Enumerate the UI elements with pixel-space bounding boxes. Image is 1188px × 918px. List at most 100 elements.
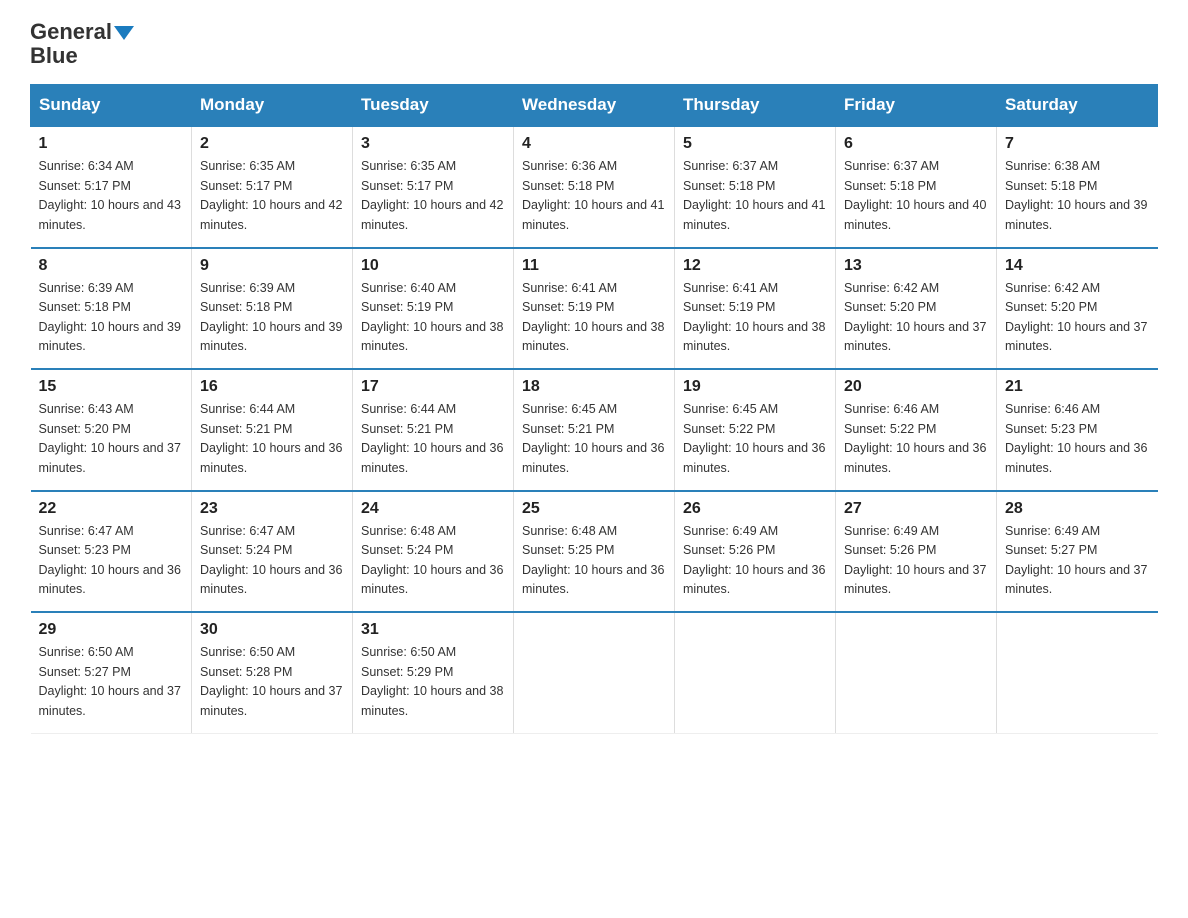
day-number: 22	[39, 500, 184, 518]
day-number: 29	[39, 621, 184, 639]
calendar-cell	[836, 612, 997, 733]
day-info: Sunrise: 6:36 AMSunset: 5:18 PMDaylight:…	[522, 159, 664, 231]
calendar-cell: 12 Sunrise: 6:41 AMSunset: 5:19 PMDaylig…	[675, 248, 836, 370]
day-number: 12	[683, 257, 827, 275]
calendar-cell: 28 Sunrise: 6:49 AMSunset: 5:27 PMDaylig…	[997, 491, 1158, 613]
day-info: Sunrise: 6:38 AMSunset: 5:18 PMDaylight:…	[1005, 159, 1147, 231]
day-number: 13	[844, 257, 988, 275]
day-info: Sunrise: 6:41 AMSunset: 5:19 PMDaylight:…	[522, 281, 664, 353]
day-number: 10	[361, 257, 505, 275]
day-number: 11	[522, 257, 666, 275]
header-friday: Friday	[836, 85, 997, 127]
day-info: Sunrise: 6:45 AMSunset: 5:22 PMDaylight:…	[683, 402, 825, 474]
day-info: Sunrise: 6:49 AMSunset: 5:27 PMDaylight:…	[1005, 524, 1147, 596]
day-info: Sunrise: 6:44 AMSunset: 5:21 PMDaylight:…	[361, 402, 503, 474]
calendar-cell: 17 Sunrise: 6:44 AMSunset: 5:21 PMDaylig…	[353, 369, 514, 491]
calendar-header-row: Sunday Monday Tuesday Wednesday Thursday…	[31, 85, 1158, 127]
day-info: Sunrise: 6:37 AMSunset: 5:18 PMDaylight:…	[844, 159, 986, 231]
header-wednesday: Wednesday	[514, 85, 675, 127]
calendar-cell: 4 Sunrise: 6:36 AMSunset: 5:18 PMDayligh…	[514, 126, 675, 248]
day-info: Sunrise: 6:48 AMSunset: 5:25 PMDaylight:…	[522, 524, 664, 596]
calendar-cell: 23 Sunrise: 6:47 AMSunset: 5:24 PMDaylig…	[192, 491, 353, 613]
calendar-cell: 26 Sunrise: 6:49 AMSunset: 5:26 PMDaylig…	[675, 491, 836, 613]
calendar-cell: 30 Sunrise: 6:50 AMSunset: 5:28 PMDaylig…	[192, 612, 353, 733]
page-header: General Blue	[30, 20, 1158, 68]
logo-general: General	[30, 20, 134, 44]
calendar-cell	[514, 612, 675, 733]
day-number: 4	[522, 135, 666, 153]
day-info: Sunrise: 6:37 AMSunset: 5:18 PMDaylight:…	[683, 159, 825, 231]
calendar-week-row: 8 Sunrise: 6:39 AMSunset: 5:18 PMDayligh…	[31, 248, 1158, 370]
day-number: 3	[361, 135, 505, 153]
logo: General Blue	[30, 20, 134, 68]
calendar-week-row: 15 Sunrise: 6:43 AMSunset: 5:20 PMDaylig…	[31, 369, 1158, 491]
calendar-cell: 19 Sunrise: 6:45 AMSunset: 5:22 PMDaylig…	[675, 369, 836, 491]
day-number: 17	[361, 378, 505, 396]
calendar-cell: 18 Sunrise: 6:45 AMSunset: 5:21 PMDaylig…	[514, 369, 675, 491]
day-info: Sunrise: 6:44 AMSunset: 5:21 PMDaylight:…	[200, 402, 342, 474]
calendar-cell: 8 Sunrise: 6:39 AMSunset: 5:18 PMDayligh…	[31, 248, 192, 370]
day-number: 28	[1005, 500, 1150, 518]
day-number: 23	[200, 500, 344, 518]
calendar-cell: 24 Sunrise: 6:48 AMSunset: 5:24 PMDaylig…	[353, 491, 514, 613]
calendar-week-row: 29 Sunrise: 6:50 AMSunset: 5:27 PMDaylig…	[31, 612, 1158, 733]
calendar-cell: 11 Sunrise: 6:41 AMSunset: 5:19 PMDaylig…	[514, 248, 675, 370]
day-number: 1	[39, 135, 184, 153]
day-info: Sunrise: 6:39 AMSunset: 5:18 PMDaylight:…	[39, 281, 181, 353]
day-info: Sunrise: 6:47 AMSunset: 5:24 PMDaylight:…	[200, 524, 342, 596]
day-info: Sunrise: 6:34 AMSunset: 5:17 PMDaylight:…	[39, 159, 181, 231]
header-monday: Monday	[192, 85, 353, 127]
day-info: Sunrise: 6:42 AMSunset: 5:20 PMDaylight:…	[844, 281, 986, 353]
day-number: 16	[200, 378, 344, 396]
calendar-cell	[675, 612, 836, 733]
calendar-cell	[997, 612, 1158, 733]
day-info: Sunrise: 6:46 AMSunset: 5:23 PMDaylight:…	[1005, 402, 1147, 474]
day-info: Sunrise: 6:47 AMSunset: 5:23 PMDaylight:…	[39, 524, 181, 596]
day-info: Sunrise: 6:35 AMSunset: 5:17 PMDaylight:…	[200, 159, 342, 231]
day-number: 2	[200, 135, 344, 153]
calendar-cell: 22 Sunrise: 6:47 AMSunset: 5:23 PMDaylig…	[31, 491, 192, 613]
calendar-cell: 13 Sunrise: 6:42 AMSunset: 5:20 PMDaylig…	[836, 248, 997, 370]
day-number: 24	[361, 500, 505, 518]
day-number: 21	[1005, 378, 1150, 396]
calendar-cell: 29 Sunrise: 6:50 AMSunset: 5:27 PMDaylig…	[31, 612, 192, 733]
day-number: 7	[1005, 135, 1150, 153]
day-number: 26	[683, 500, 827, 518]
calendar-cell: 27 Sunrise: 6:49 AMSunset: 5:26 PMDaylig…	[836, 491, 997, 613]
calendar-cell: 25 Sunrise: 6:48 AMSunset: 5:25 PMDaylig…	[514, 491, 675, 613]
calendar-table: Sunday Monday Tuesday Wednesday Thursday…	[30, 84, 1158, 734]
day-info: Sunrise: 6:43 AMSunset: 5:20 PMDaylight:…	[39, 402, 181, 474]
calendar-cell: 9 Sunrise: 6:39 AMSunset: 5:18 PMDayligh…	[192, 248, 353, 370]
day-number: 8	[39, 257, 184, 275]
calendar-cell: 6 Sunrise: 6:37 AMSunset: 5:18 PMDayligh…	[836, 126, 997, 248]
calendar-cell: 20 Sunrise: 6:46 AMSunset: 5:22 PMDaylig…	[836, 369, 997, 491]
logo-blue: Blue	[30, 43, 78, 68]
day-number: 31	[361, 621, 505, 639]
logo-arrow-icon	[114, 26, 134, 40]
day-info: Sunrise: 6:45 AMSunset: 5:21 PMDaylight:…	[522, 402, 664, 474]
calendar-cell: 5 Sunrise: 6:37 AMSunset: 5:18 PMDayligh…	[675, 126, 836, 248]
day-number: 9	[200, 257, 344, 275]
calendar-week-row: 22 Sunrise: 6:47 AMSunset: 5:23 PMDaylig…	[31, 491, 1158, 613]
day-number: 20	[844, 378, 988, 396]
day-info: Sunrise: 6:49 AMSunset: 5:26 PMDaylight:…	[844, 524, 986, 596]
day-number: 14	[1005, 257, 1150, 275]
day-info: Sunrise: 6:40 AMSunset: 5:19 PMDaylight:…	[361, 281, 503, 353]
day-info: Sunrise: 6:39 AMSunset: 5:18 PMDaylight:…	[200, 281, 342, 353]
header-tuesday: Tuesday	[353, 85, 514, 127]
calendar-cell: 10 Sunrise: 6:40 AMSunset: 5:19 PMDaylig…	[353, 248, 514, 370]
day-info: Sunrise: 6:41 AMSunset: 5:19 PMDaylight:…	[683, 281, 825, 353]
day-info: Sunrise: 6:35 AMSunset: 5:17 PMDaylight:…	[361, 159, 503, 231]
header-thursday: Thursday	[675, 85, 836, 127]
calendar-cell: 21 Sunrise: 6:46 AMSunset: 5:23 PMDaylig…	[997, 369, 1158, 491]
day-number: 6	[844, 135, 988, 153]
header-sunday: Sunday	[31, 85, 192, 127]
calendar-cell: 7 Sunrise: 6:38 AMSunset: 5:18 PMDayligh…	[997, 126, 1158, 248]
calendar-week-row: 1 Sunrise: 6:34 AMSunset: 5:17 PMDayligh…	[31, 126, 1158, 248]
calendar-cell: 2 Sunrise: 6:35 AMSunset: 5:17 PMDayligh…	[192, 126, 353, 248]
day-number: 30	[200, 621, 344, 639]
day-info: Sunrise: 6:50 AMSunset: 5:29 PMDaylight:…	[361, 645, 503, 717]
day-number: 25	[522, 500, 666, 518]
day-number: 18	[522, 378, 666, 396]
day-info: Sunrise: 6:50 AMSunset: 5:28 PMDaylight:…	[200, 645, 342, 717]
